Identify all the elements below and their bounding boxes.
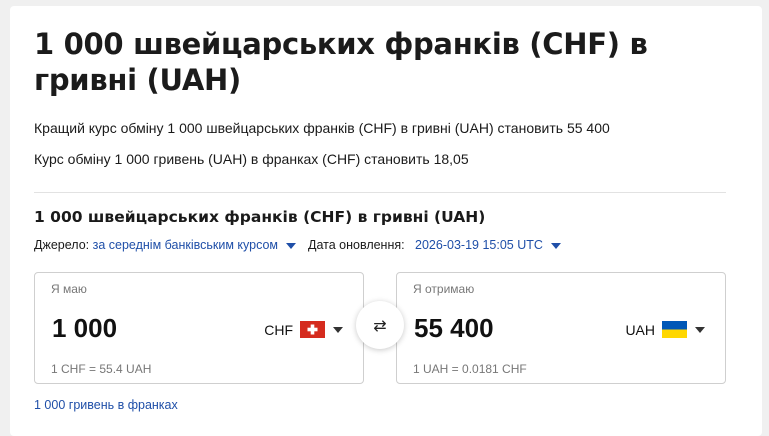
divider bbox=[34, 192, 726, 193]
chevron-down-icon bbox=[333, 326, 343, 333]
best-rate-text: Кращий курс обміну 1 000 швейцарських фр… bbox=[34, 120, 610, 136]
update-date-row: Дата оновлення: 2026-03-19 15:05 UTC bbox=[308, 237, 561, 253]
source-row: Джерело: за середнім банківським курсом bbox=[34, 237, 297, 253]
converter-title: 1 000 швейцарських франків (CHF) в гривн… bbox=[34, 208, 486, 226]
chevron-down-icon bbox=[286, 242, 297, 249]
have-unit-rate: 1 CHF = 55.4 UAH bbox=[51, 362, 152, 376]
have-currency-code: CHF bbox=[264, 321, 293, 338]
get-label: Я отримаю bbox=[413, 282, 475, 296]
source-label: Джерело: bbox=[34, 238, 90, 252]
have-currency-select[interactable]: CHF bbox=[264, 321, 343, 338]
date-value: 2026-03-19 15:05 UTC bbox=[415, 238, 543, 252]
ukraine-flag-icon bbox=[662, 321, 687, 338]
get-amount-input[interactable]: 55 400 bbox=[414, 313, 494, 344]
source-dropdown[interactable]: за середнім банківським курсом bbox=[92, 238, 297, 252]
get-unit-rate: 1 UAH = 0.0181 CHF bbox=[413, 362, 527, 376]
swap-icon: ⇄ bbox=[373, 315, 387, 335]
get-amount-box[interactable]: Я отримаю 55 400 UAH 1 UAH = 0.0181 CHF bbox=[396, 272, 726, 384]
get-currency-select[interactable]: UAH bbox=[625, 321, 705, 338]
have-label: Я маю bbox=[51, 282, 87, 296]
source-value: за середнім банківським курсом bbox=[92, 238, 279, 252]
have-amount-box[interactable]: Я маю 1 000 CHF 1 CHF = 55.4 UAH bbox=[34, 272, 364, 384]
have-amount-input[interactable]: 1 000 bbox=[52, 313, 117, 344]
chevron-down-icon bbox=[695, 326, 705, 333]
chevron-down-icon bbox=[550, 242, 561, 249]
get-currency-code: UAH bbox=[625, 321, 655, 338]
date-label: Дата оновлення: bbox=[308, 238, 405, 252]
page-title: 1 000 швейцарських франків (CHF) в гривн… bbox=[34, 27, 648, 97]
reverse-conversion-link[interactable]: 1 000 гривень в франках bbox=[34, 398, 178, 412]
swap-currencies-button[interactable]: ⇄ bbox=[356, 301, 404, 349]
reverse-rate-text: Курс обміну 1 000 гривень (UAH) в франка… bbox=[34, 151, 469, 167]
switzerland-flag-icon bbox=[300, 321, 325, 338]
date-dropdown[interactable]: 2026-03-19 15:05 UTC bbox=[415, 238, 561, 252]
